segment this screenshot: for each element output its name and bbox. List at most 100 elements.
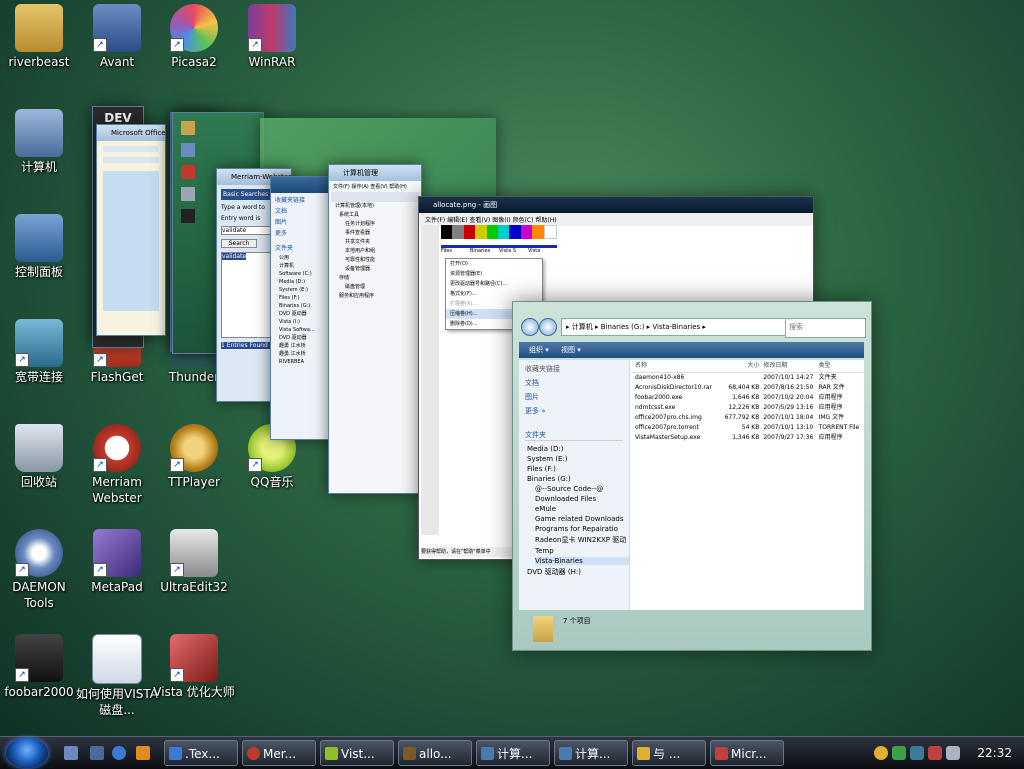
network-icon: ↗ xyxy=(15,319,63,367)
taskbar-button-microsoft[interactable]: Micr... xyxy=(710,740,784,766)
desktop-icon-metapad[interactable]: ↗ MetaPad xyxy=(74,529,160,595)
desktop-icon-ttplayer[interactable]: ↗ TTPlayer xyxy=(151,424,237,490)
ttplayer-icon: ↗ xyxy=(170,424,218,472)
start-button[interactable] xyxy=(6,738,48,768)
address-bar[interactable]: ▸ 计算机 ▸ Binaries (G:) ▸ Vista-Binaries ▸ xyxy=(561,318,787,336)
file-row[interactable]: ndmtcsst.exe 12,226 KB 2007/5/29 13:16 应用程序 xyxy=(631,403,864,413)
taskbar: .Tex... Mer... Vist... allo... 计算... 计算.… xyxy=(0,736,1024,769)
paint-disk-labels: Files Binaries Vista S Vista xyxy=(441,245,557,254)
file-list: 名称 大小 修改日期 类型 daemon410-x86 2007/10/1 14:… xyxy=(631,360,864,610)
metapad-icon: ↗ xyxy=(93,529,141,577)
vista-optimizer-icon xyxy=(325,747,338,760)
compmgmt-menu: 文件(F) 操作(A) 查看(V) 帮助(H) xyxy=(333,184,407,190)
tree-item[interactable]: Downloaded Files xyxy=(535,495,629,503)
tree-item[interactable]: Binaries (G:) xyxy=(527,475,629,483)
chat-icon xyxy=(637,747,650,760)
taskbar-button-vista-optimizer[interactable]: Vist... xyxy=(320,740,394,766)
taskbar-button-textpad[interactable]: .Tex... xyxy=(164,740,238,766)
picasa-icon: ↗ xyxy=(170,4,218,52)
recycle-bin-icon xyxy=(15,424,63,472)
tree-item[interactable]: Temp xyxy=(535,547,629,555)
desktop-icon-vista-optimizer[interactable]: ↗ Vista 优化大师 xyxy=(151,634,237,700)
tree-item[interactable]: Radeon显卡 WIN2KXP 驱动 xyxy=(535,535,629,545)
ultraedit-icon: ↗ xyxy=(170,529,218,577)
fav-link-documents[interactable]: 文档 xyxy=(525,378,623,388)
network-icon[interactable] xyxy=(910,746,924,760)
tree-item-selected[interactable]: Vista-Binaries xyxy=(535,557,629,565)
desktop-icon-recycle-bin[interactable]: 回收站 xyxy=(0,424,82,490)
views-button[interactable]: 视图 ▾ xyxy=(561,346,581,354)
tree-item[interactable]: DVD 驱动器 (H:) xyxy=(527,567,629,577)
file-row[interactable]: AcronisDiskDirector10.rar 68,404 KB 2007/8… xyxy=(631,383,864,393)
winrar-icon: ↗ xyxy=(248,4,296,52)
security-icon[interactable] xyxy=(892,746,906,760)
qq-icon[interactable] xyxy=(874,746,888,760)
ie-icon[interactable] xyxy=(112,746,126,760)
tree-item[interactable]: Files (F:) xyxy=(527,465,629,473)
computer-icon xyxy=(481,747,494,760)
webster-search-button[interactable]: Search xyxy=(221,239,257,248)
clock[interactable]: 22:32 xyxy=(977,740,1012,766)
switch-windows-icon[interactable] xyxy=(90,746,104,760)
desktop-icon-merriam-webster[interactable]: ↗ Merriam Webster xyxy=(74,424,160,506)
navigation-pane: 收藏夹链接 文档 图片 更多 » 文件夹 Media (D:) System (… xyxy=(519,360,630,610)
paint-palette[interactable] xyxy=(441,225,558,239)
folder-icon xyxy=(15,4,63,52)
show-desktop-icon[interactable] xyxy=(64,746,78,760)
tree-item[interactable]: System (E:) xyxy=(527,455,629,463)
computer-icon xyxy=(181,143,195,157)
back-button[interactable] xyxy=(521,318,539,336)
foobar-icon: ↗ xyxy=(15,634,63,682)
foobar-icon xyxy=(181,209,195,223)
media-player-icon[interactable] xyxy=(136,746,150,760)
column-name[interactable]: 名称 xyxy=(631,360,722,372)
taskbar-button-merriam[interactable]: Mer... xyxy=(242,740,316,766)
taskbar-button-paint[interactable]: allo... xyxy=(398,740,472,766)
file-row[interactable]: office2007pro.torrent 54 KB 2007/10/1 13:1… xyxy=(631,423,864,433)
desktop-icon-foobar2000[interactable]: ↗ foobar2000 xyxy=(0,634,82,700)
folder-icon xyxy=(533,616,553,642)
flip-window-office-picture[interactable]: Microsoft Office Picture xyxy=(96,124,166,336)
file-row[interactable]: daemon410-x86 2007/10/1 14:27 文件夹 xyxy=(631,373,864,383)
desktop-icon-control-panel[interactable]: 控制面板 xyxy=(0,214,82,280)
paint-title: allocate.png - 画图 xyxy=(419,197,813,213)
file-row[interactable]: foobar2000.exe 1,646 KB 2007/10/2 20:04 应用程… xyxy=(631,393,864,403)
search-input[interactable] xyxy=(785,318,866,338)
volume-icon[interactable] xyxy=(946,746,960,760)
ime-icon[interactable] xyxy=(928,746,942,760)
desktop-icon-broadband[interactable]: ↗ 宽带连接 xyxy=(0,319,82,385)
desktop-icon-avant[interactable]: ↗ Avant xyxy=(74,4,160,70)
desktop-icon-computer[interactable]: 计算机 xyxy=(0,109,82,175)
tree-item[interactable]: eMule xyxy=(535,505,629,513)
window-computer-management[interactable]: 计算机管理 文件(F) 操作(A) 查看(V) 帮助(H) 计算机管理(本地) … xyxy=(328,164,422,494)
tree-item[interactable]: Game related Downloads xyxy=(535,515,629,523)
explorer-content: 收藏夹链接 文档 图片 更多 » 文件夹 Media (D:) System (… xyxy=(519,360,864,610)
organize-button[interactable]: 组织 ▾ xyxy=(529,346,549,354)
dev-icon: DEV xyxy=(104,111,132,125)
file-row[interactable]: office2007pro.chs.img 677,792 KB 2007/10/1… xyxy=(631,413,864,423)
taskbar-button-computer-management[interactable]: 计算... xyxy=(554,740,628,766)
file-row[interactable]: VistaMasterSetup.exe 1,346 KB 2007/9/27 17… xyxy=(631,433,864,443)
column-type[interactable]: 类型 xyxy=(819,360,864,372)
column-size[interactable]: 大小 xyxy=(722,360,764,372)
desktop-icon-picasa2[interactable]: ↗ Picasa2 xyxy=(151,4,237,70)
tree-item[interactable]: @--Source Code--@ xyxy=(535,485,629,493)
taskbar-button-chat[interactable]: 与 ... xyxy=(632,740,706,766)
tree-item[interactable]: Programs for Repairatio xyxy=(535,525,629,533)
taskbar-button-computer[interactable]: 计算... xyxy=(476,740,550,766)
avant-browser-icon: ↗ xyxy=(93,4,141,52)
fav-link-pictures[interactable]: 图片 xyxy=(525,392,623,402)
desktop-icon-daemon-tools[interactable]: ↗ DAEMON Tools xyxy=(0,529,82,611)
tree-item[interactable]: Media (D:) xyxy=(527,445,629,453)
column-date[interactable]: 修改日期 xyxy=(763,360,818,372)
fav-link-more[interactable]: 更多 » xyxy=(525,406,623,416)
paint-toolbox[interactable] xyxy=(421,225,439,535)
folders-header[interactable]: 文件夹 xyxy=(525,430,623,441)
desktop-icon-vista-doc[interactable]: 如何使用VISTA磁盘... xyxy=(74,634,160,718)
window-explorer-vista-binaries[interactable]: ▸ 计算机 ▸ Binaries (G:) ▸ Vista-Binaries ▸… xyxy=(512,301,872,651)
desktop-icon-winrar[interactable]: ↗ WinRAR xyxy=(229,4,315,70)
desktop-icon-ultraedit32[interactable]: ↗ UltraEdit32 xyxy=(151,529,237,595)
forward-button[interactable] xyxy=(539,318,557,336)
daemon-tools-icon: ↗ xyxy=(15,529,63,577)
desktop-icon-riverbeast[interactable]: riverbeast xyxy=(0,4,82,70)
